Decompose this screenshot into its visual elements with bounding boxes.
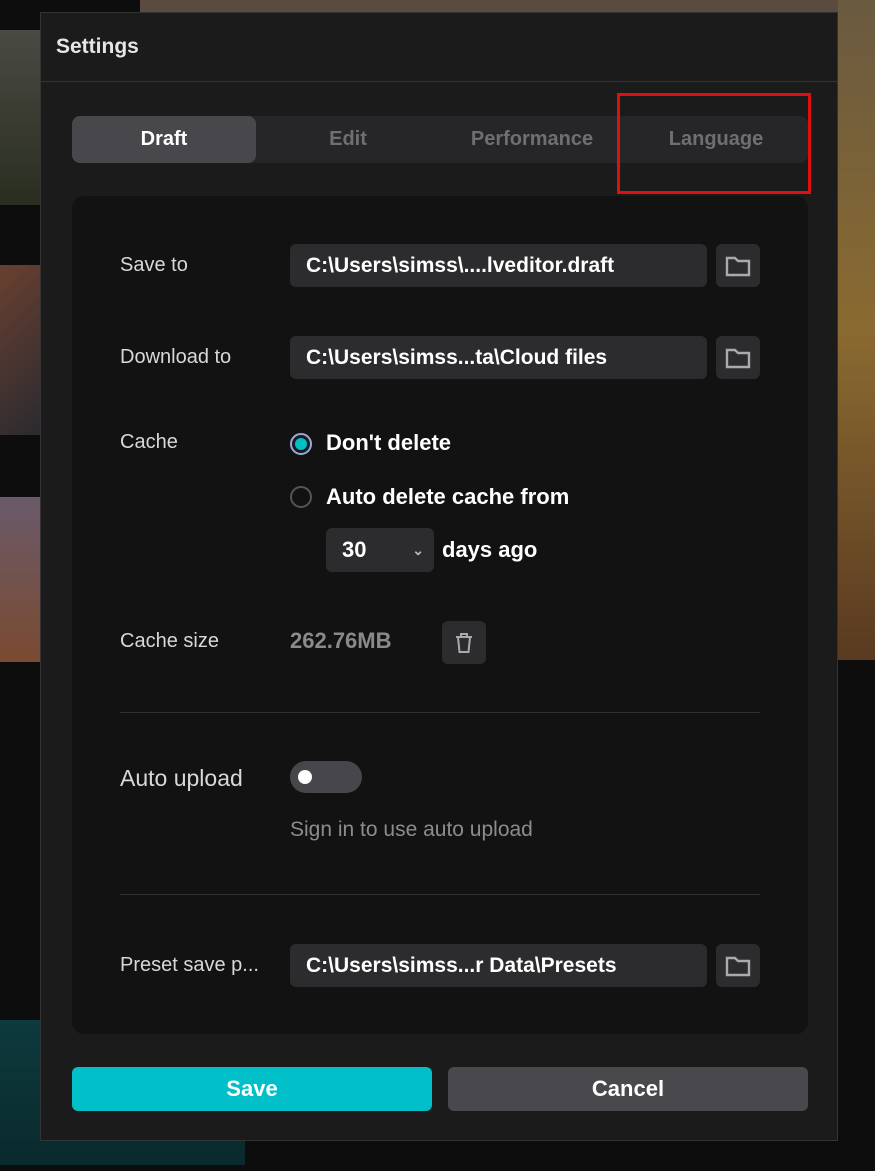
preset-save-path-field[interactable]: C:\Users\simss...r Data\Presets	[290, 944, 707, 987]
auto-upload-label: Auto upload	[120, 765, 243, 791]
folder-icon	[725, 256, 751, 276]
auto-delete-label[interactable]: Auto delete cache from	[326, 484, 569, 510]
tab-draft[interactable]: Draft	[72, 116, 256, 163]
save-to-label: Save to	[120, 254, 188, 276]
save-to-browse-button[interactable]	[716, 244, 760, 287]
highlight-box	[617, 93, 811, 194]
cache-size-label: Cache size	[120, 630, 219, 652]
preset-save-path-label: Preset save p...	[120, 954, 259, 976]
days-value: 30	[342, 537, 367, 562]
days-ago-label: days ago	[442, 537, 538, 562]
divider	[120, 894, 760, 895]
background-thumbnail	[838, 0, 875, 660]
dialog-title: Settings	[41, 13, 837, 82]
folder-icon	[725, 348, 751, 368]
clear-cache-button[interactable]	[442, 621, 486, 664]
background-thumbnail	[140, 0, 838, 12]
trash-icon	[456, 632, 472, 653]
tab-performance[interactable]: Performance	[440, 116, 624, 163]
cache-size-value: 262.76MB	[290, 628, 392, 653]
divider	[120, 712, 760, 713]
auto-upload-hint: Sign in to use auto upload	[290, 818, 533, 841]
save-to-path-field[interactable]: C:\Users\simss\....lveditor.draft	[290, 244, 707, 287]
cancel-button[interactable]: Cancel	[448, 1067, 808, 1111]
background-thumbnail	[0, 497, 40, 662]
dont-delete-radio[interactable]	[290, 433, 312, 455]
days-select[interactable]: 30 ⌄	[326, 528, 434, 572]
background-thumbnail	[0, 30, 40, 205]
auto-delete-radio[interactable]	[290, 486, 312, 508]
background-thumbnail	[0, 265, 40, 435]
auto-upload-toggle[interactable]	[290, 761, 362, 793]
draft-settings-panel: Save to C:\Users\simss\....lveditor.draf…	[72, 196, 808, 1034]
preset-browse-button[interactable]	[716, 944, 760, 987]
cache-label: Cache	[120, 431, 178, 453]
download-to-path-field[interactable]: C:\Users\simss...ta\Cloud files	[290, 336, 707, 379]
dont-delete-label[interactable]: Don't delete	[326, 430, 451, 456]
folder-icon	[725, 956, 751, 976]
tab-edit[interactable]: Edit	[256, 116, 440, 163]
chevron-down-icon: ⌄	[412, 542, 424, 558]
download-to-browse-button[interactable]	[716, 336, 760, 379]
download-to-label: Download to	[120, 346, 232, 368]
save-button[interactable]: Save	[72, 1067, 432, 1111]
